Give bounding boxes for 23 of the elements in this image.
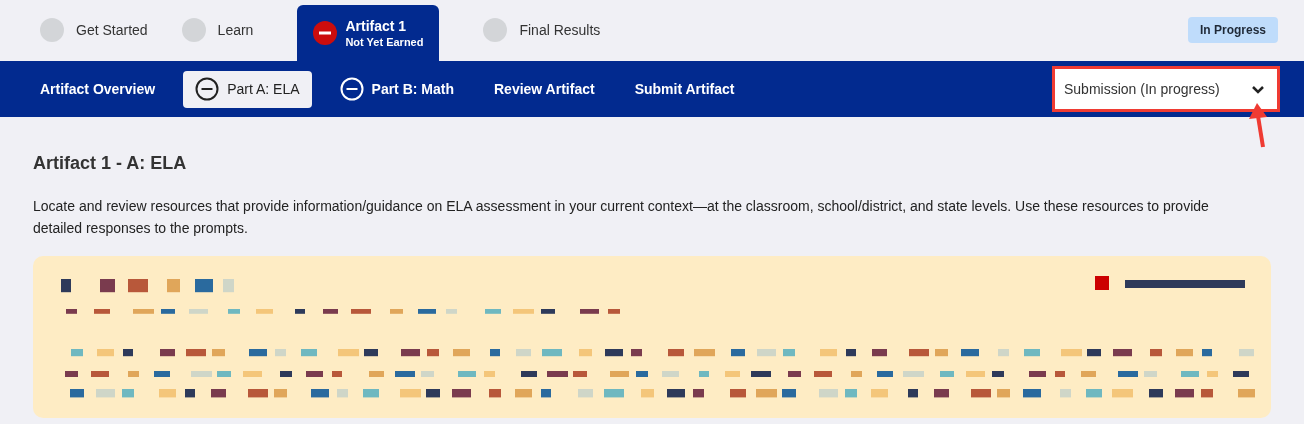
minus-circle-icon <box>339 77 364 101</box>
step-status-text: Not Yet Earned <box>345 34 424 49</box>
minus-circle-icon <box>195 77 220 101</box>
page-heading: Artifact 1 - A: ELA <box>33 152 188 175</box>
nav-tab[interactable]: Part B: Math <box>327 70 466 108</box>
description-text: Locate and review resources that provide information/guidance on ELA assessment in your current context—at the classroom, school/district, and state levels. Use these resources to provide detailed responses to the prompts. <box>33 197 1210 238</box>
step-label: Learn <box>217 20 254 40</box>
nav-tab[interactable]: Review Artifact <box>482 70 607 108</box>
nav-tab[interactable]: Part A: ELA <box>183 70 312 108</box>
step-tab[interactable]: Final Results <box>483 5 601 55</box>
step-tab[interactable]: Get Started <box>40 5 148 55</box>
step-label: Get Started <box>76 20 148 40</box>
minus-circle-icon <box>313 21 338 45</box>
step-label: Artifact 1 <box>345 17 408 35</box>
nav-tab[interactable]: Submit Artifact <box>622 70 747 108</box>
annotation-arrow <box>1248 102 1270 148</box>
step-tab[interactable]: Learn <box>181 5 254 55</box>
submission-dropdown[interactable]: Submission (In progress) <box>1052 66 1280 112</box>
status-badge: In Progress <box>1187 17 1278 43</box>
chevron-down-icon <box>1251 84 1265 94</box>
step-label: Final Results <box>519 20 601 40</box>
step-tab[interactable]: Artifact 1 Not Yet Earned <box>297 5 440 61</box>
nav-tab[interactable]: Artifact Overview <box>28 70 168 108</box>
